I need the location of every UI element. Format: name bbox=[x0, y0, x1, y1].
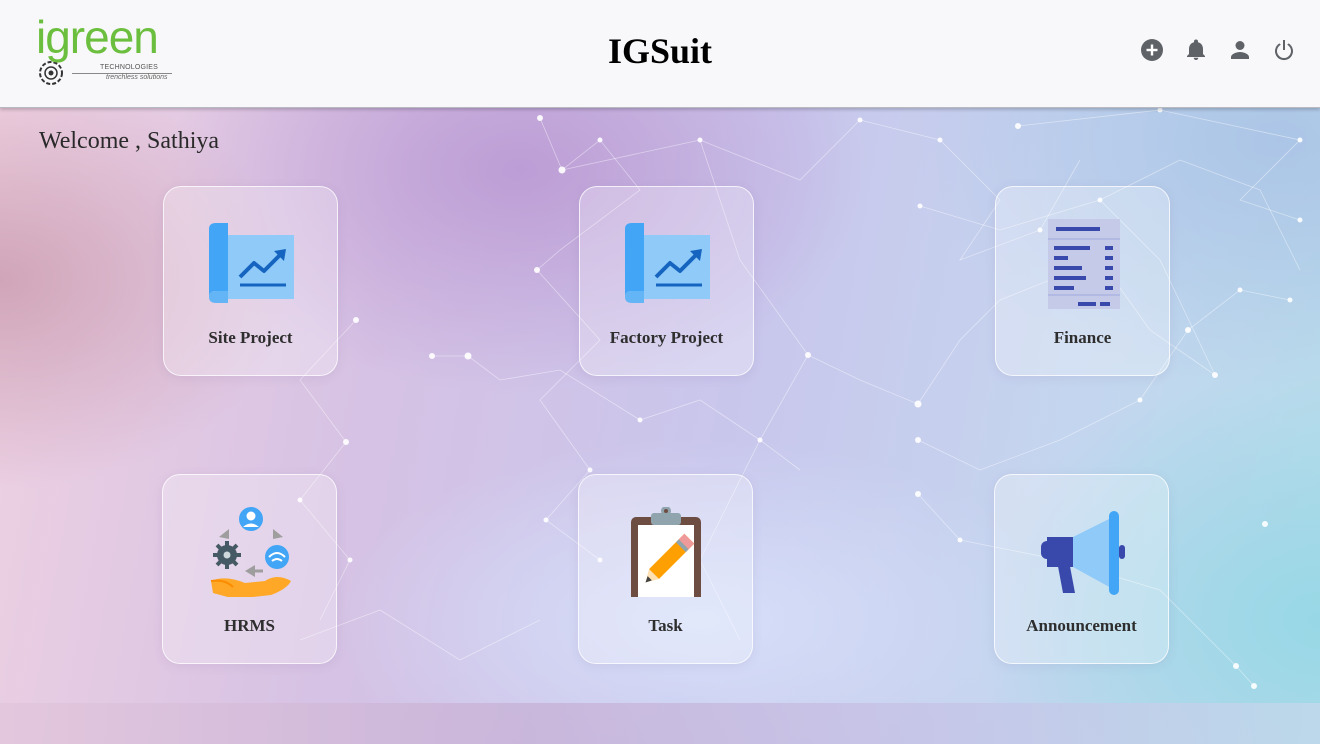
add-circle-icon[interactable] bbox=[1140, 38, 1164, 62]
welcome-message: Welcome , Sathiya bbox=[39, 128, 220, 154]
hr-cycle-hand-icon bbox=[210, 507, 291, 597]
header-actions bbox=[1140, 38, 1296, 62]
module-tile-site-project[interactable]: Site Project bbox=[163, 186, 338, 376]
clipboard-pencil-icon bbox=[631, 507, 701, 597]
top-header: igreen TECHNOLOGIES trenchless solutions… bbox=[0, 0, 1320, 108]
blueprint-chart-icon bbox=[625, 223, 710, 303]
bell-icon[interactable] bbox=[1184, 38, 1208, 62]
logo-tagline: trenchless solutions bbox=[106, 74, 168, 81]
module-label: Factory Project bbox=[609, 328, 724, 347]
module-label: Announcement bbox=[1026, 616, 1137, 635]
module-tile-hrms[interactable]: HRMS bbox=[162, 474, 337, 664]
power-icon[interactable] bbox=[1272, 38, 1296, 62]
megaphone-icon bbox=[1041, 511, 1125, 595]
module-label: Task bbox=[648, 616, 683, 635]
app-title: IGSuit bbox=[607, 31, 713, 71]
module-label: HRMS bbox=[224, 616, 275, 635]
invoice-document-icon bbox=[1048, 219, 1120, 309]
user-icon[interactable] bbox=[1228, 38, 1252, 62]
module-label: Site Project bbox=[208, 328, 293, 347]
module-tile-task[interactable]: Task bbox=[578, 474, 753, 664]
module-tile-finance[interactable]: Finance bbox=[995, 186, 1170, 376]
module-label: Finance bbox=[1053, 328, 1112, 347]
module-tile-announcement[interactable]: Announcement bbox=[994, 474, 1169, 664]
module-tile-factory-project[interactable]: Factory Project bbox=[579, 186, 754, 376]
blueprint-chart-icon bbox=[209, 223, 294, 303]
